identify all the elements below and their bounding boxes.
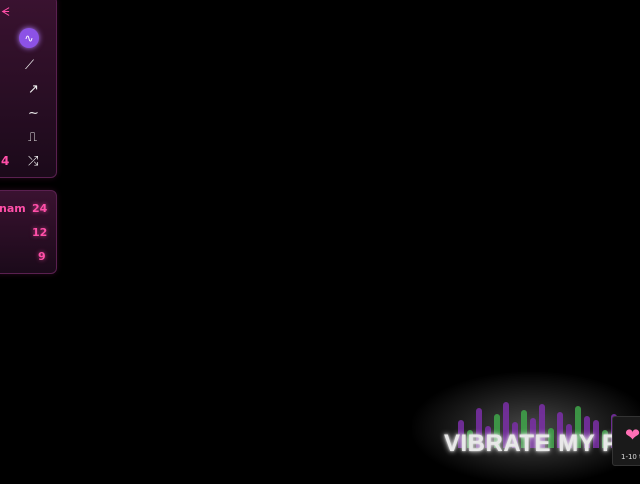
thumbnail[interactable]: ❤ 1-10 t (612, 416, 640, 466)
preset-panel: nam 24 12 9 (0, 190, 57, 274)
sine-wave-icon[interactable]: ∿ (19, 28, 39, 48)
promo-banner[interactable]: VIBRATE MY P (412, 372, 640, 484)
waveform-panel: ᗕ ∿ ⟋ ↗ ∼ ⎍ ⤮ 4 (0, 0, 57, 178)
ramp-wave-icon[interactable]: ⟋ (25, 59, 34, 72)
preset-value[interactable]: 9 (38, 250, 46, 263)
preset-value[interactable]: 24 (32, 202, 47, 215)
random-icon[interactable]: ⤮ (28, 155, 38, 168)
smooth-wave-icon[interactable]: ∼ (28, 107, 39, 120)
thumbnail-label: 1-10 t (621, 453, 640, 461)
preset-label[interactable]: nam (0, 202, 26, 215)
wave-pattern-icon[interactable]: ᗕ (1, 6, 10, 18)
preset-value[interactable]: 12 (32, 226, 47, 239)
sawtooth-wave-icon[interactable]: ↗ (28, 83, 39, 96)
sine-wave-glyph: ∿ (24, 31, 34, 45)
square-wave-icon[interactable]: ⎍ (28, 131, 37, 144)
banner-title: VIBRATE MY P (444, 430, 619, 457)
heart-icon: ❤ (625, 425, 640, 446)
left-edge-number: 4 (1, 154, 10, 168)
